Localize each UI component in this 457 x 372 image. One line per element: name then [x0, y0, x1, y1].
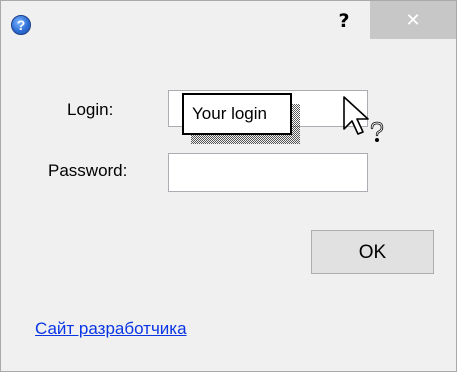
- ok-button[interactable]: OK: [311, 230, 434, 274]
- developer-site-link[interactable]: Сайт разработчика: [35, 319, 187, 339]
- close-icon: ✕: [405, 10, 421, 31]
- title-bar: ? ? ✕: [1, 1, 456, 39]
- login-label: Login:: [67, 100, 114, 119]
- help-select-cursor-icon: [343, 96, 384, 142]
- password-label: Password:: [48, 161, 128, 180]
- context-help-button[interactable]: ?: [324, 1, 364, 39]
- close-button[interactable]: ✕: [370, 1, 456, 39]
- login-tooltip: Your login: [182, 93, 292, 135]
- help-circle-icon: ?: [11, 15, 31, 35]
- password-field[interactable]: [168, 153, 368, 192]
- dialog-window: ? ? ✕ Login: Password: Your login OK Сай…: [0, 0, 457, 372]
